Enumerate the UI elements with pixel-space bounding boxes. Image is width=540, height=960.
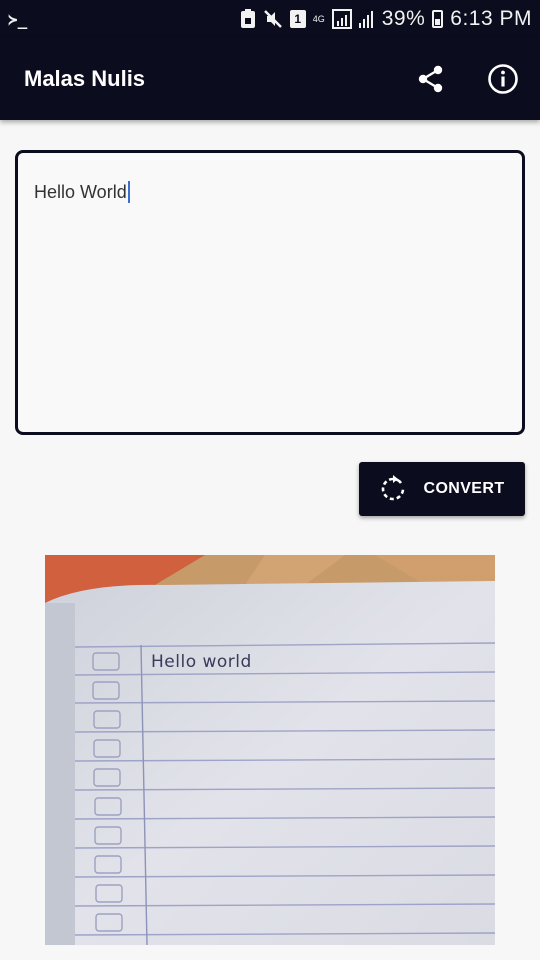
convert-button[interactable]: CONVERT [359,462,525,516]
convert-icon [382,475,405,501]
text-input[interactable]: Hello World [15,150,525,435]
handwritten-text: Hello world [151,652,252,672]
result-image: Hello world [45,555,495,945]
text-input-value: Hello World [34,181,127,202]
lock-notification-icon [240,9,256,29]
text-input-content: Hello World [34,181,130,203]
share-icon [418,65,443,93]
convert-button-label: CONVERT [423,480,505,497]
mute-icon [263,9,283,29]
sim-badge: 1 [289,10,306,28]
app-actions [414,62,520,96]
clock: 6:13 PM [450,7,532,30]
share-button[interactable] [414,62,448,96]
status-icons: 1 4G 39% 6:13 PM [240,7,532,31]
info-button[interactable] [486,62,520,96]
network-type-label: 4G [312,13,325,24]
battery-percent: 39% [381,7,426,30]
signal-icon [331,9,352,29]
battery-icon [432,10,444,28]
text-caret [127,181,130,203]
terminal-icon: ≻_ [8,9,28,29]
app-title: Malas Nulis [24,66,146,91]
app-bar: Malas Nulis [0,38,540,120]
notebook-photo: Hello world [45,555,495,945]
signal-bars-icon [358,9,375,29]
info-icon [488,64,518,94]
status-bar: ≻_ 1 4G 39% 6:13 PM [0,0,540,38]
